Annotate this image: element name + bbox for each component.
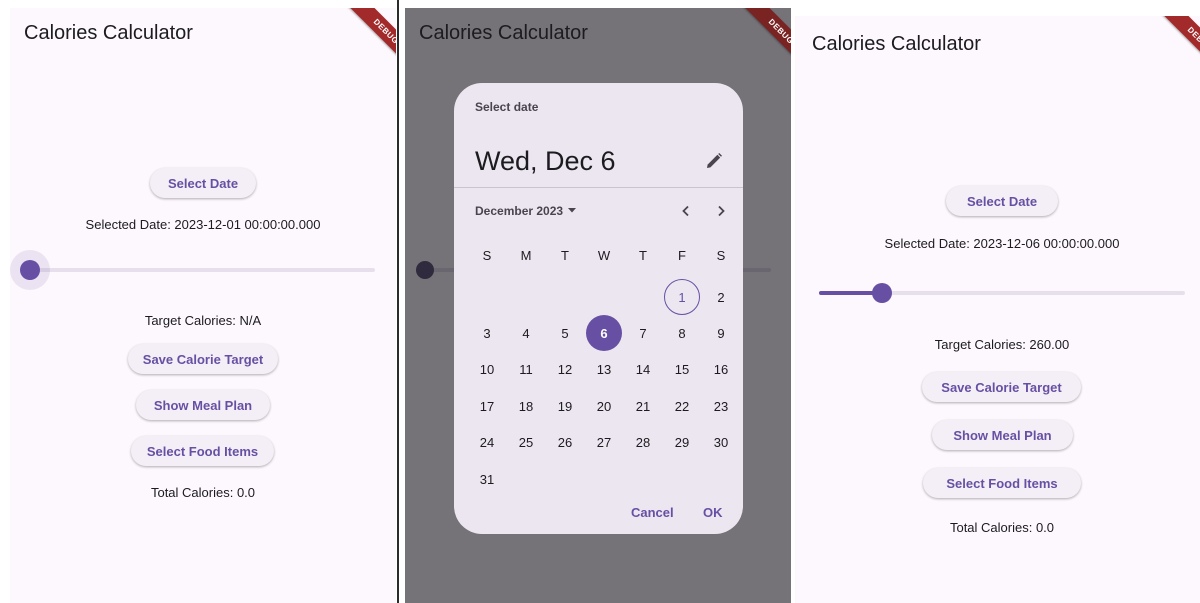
slider-thumb[interactable]	[20, 260, 40, 280]
month-year-label: December 2023	[475, 204, 564, 218]
calendar-day[interactable]: 13	[586, 352, 622, 388]
select-date-button[interactable]: Select Date	[150, 168, 256, 198]
calendar-day[interactable]: 3	[469, 315, 505, 351]
app-title: Calories Calculator	[419, 22, 588, 44]
calendar-day[interactable]: 19	[547, 388, 583, 424]
weekday-label: S	[482, 248, 492, 263]
calendar-day-selected[interactable]: 6	[586, 315, 622, 352]
total-calories-text: Total Calories: 0.0	[949, 520, 1055, 535]
calendar-day[interactable]: 9	[703, 315, 739, 351]
ok-button[interactable]: OK	[703, 505, 723, 520]
show-meal-plan-button[interactable]: Show Meal Plan	[932, 420, 1073, 450]
weekday-label: M	[520, 248, 532, 263]
app-window-initial: Calories Calculator DEBUG Select Date Se…	[10, 8, 396, 603]
weekday-label: T	[639, 248, 647, 263]
calendar-day[interactable]: 15	[664, 352, 700, 388]
debug-banner: DEBUG	[341, 8, 396, 77]
weekday-label: W	[597, 248, 611, 263]
show-meal-plan-button[interactable]: Show Meal Plan	[136, 390, 270, 420]
calendar-day[interactable]: 10	[469, 352, 505, 388]
date-picker-headline: Wed, Dec 6	[475, 146, 616, 176]
debug-banner: DEBUG	[1155, 16, 1200, 85]
weekday-label: F	[678, 248, 686, 263]
calendar-day[interactable]: 18	[508, 388, 544, 424]
calendar-day[interactable]: 2	[703, 279, 739, 315]
calendar-day[interactable]: 11	[508, 352, 544, 388]
calendar-day-today[interactable]: 1	[664, 279, 700, 315]
weekday-label: S	[716, 248, 726, 263]
total-calories-text: Total Calories: 0.0	[150, 485, 256, 500]
weekday-label: T	[561, 248, 569, 263]
selected-date-text: Selected Date: 2023-12-01 00:00:00.000	[85, 217, 321, 232]
calendar-day[interactable]: 5	[547, 315, 583, 351]
month-year-selector[interactable]: December 2023	[475, 204, 577, 218]
pencil-icon[interactable]	[702, 149, 726, 173]
select-food-items-button[interactable]: Select Food Items	[923, 468, 1081, 498]
calendar-day[interactable]: 30	[703, 425, 739, 461]
calendar-day[interactable]: 22	[664, 388, 700, 424]
previous-month-icon[interactable]	[676, 201, 696, 221]
app-title: Calories Calculator	[24, 22, 193, 44]
selected-date-text: Selected Date: 2023-12-06 00:00:00.000	[884, 236, 1120, 251]
dropdown-arrow-icon	[567, 204, 577, 218]
app-window-date-picker: Calories Calculator DEBUG Select date We…	[405, 8, 791, 603]
app-title: Calories Calculator	[812, 33, 981, 55]
date-picker-dialog: Select date Wed, Dec 6 December 2023 S M T…	[454, 83, 743, 534]
slider-track	[30, 268, 375, 272]
calendar-day[interactable]: 20	[586, 388, 622, 424]
save-calorie-target-button[interactable]: Save Calorie Target	[128, 344, 278, 374]
calendar-day[interactable]: 21	[625, 388, 661, 424]
calendar-day[interactable]: 29	[664, 425, 700, 461]
calendar-day[interactable]: 28	[625, 425, 661, 461]
header-divider	[454, 187, 743, 188]
calendar-day[interactable]: 14	[625, 352, 661, 388]
date-picker-header: Select date	[475, 100, 539, 114]
select-food-items-button[interactable]: Select Food Items	[131, 436, 274, 466]
select-date-button[interactable]: Select Date	[946, 186, 1058, 216]
next-month-icon[interactable]	[711, 201, 731, 221]
calendar-day[interactable]: 4	[508, 315, 544, 351]
target-calories-text: Target Calories: N/A	[144, 313, 262, 328]
save-calorie-target-button[interactable]: Save Calorie Target	[922, 372, 1081, 402]
calendar-day[interactable]: 7	[625, 315, 661, 351]
app-window-updated: Calories Calculator DEBUG Select Date Se…	[795, 16, 1200, 603]
calendar-day[interactable]: 12	[547, 352, 583, 388]
calendar-day[interactable]: 26	[547, 425, 583, 461]
window-divider	[397, 0, 399, 603]
slider-thumb-dimmed	[416, 261, 434, 279]
cancel-button[interactable]: Cancel	[631, 505, 674, 520]
calendar-day[interactable]: 23	[703, 388, 739, 424]
calendar-day[interactable]: 31	[469, 461, 505, 497]
calendar-day[interactable]: 25	[508, 425, 544, 461]
calendar-day[interactable]: 16	[703, 352, 739, 388]
calendar-day[interactable]: 8	[664, 315, 700, 351]
calendar-day[interactable]: 17	[469, 388, 505, 424]
debug-banner: DEBUG	[736, 8, 791, 77]
calendar-day[interactable]: 27	[586, 425, 622, 461]
target-calories-text: Target Calories: 260.00	[934, 337, 1070, 352]
calendar-day[interactable]: 24	[469, 425, 505, 461]
slider-thumb[interactable]	[872, 283, 892, 303]
